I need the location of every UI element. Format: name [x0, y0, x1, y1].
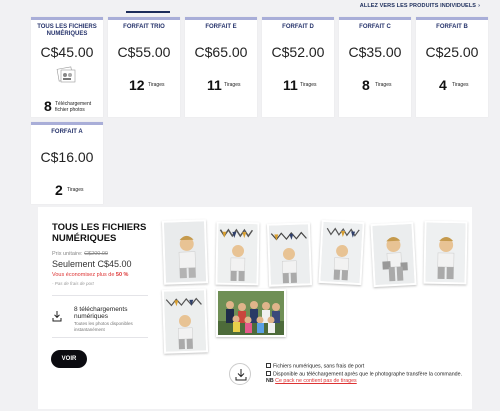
sample-photo [161, 219, 209, 285]
print-unit: Tirages [375, 82, 392, 88]
package-card-a[interactable]: FORFAIT A C$16.00 2 Tirages [31, 122, 103, 204]
package-name: TOUS LES FICHIERS NUMÉRIQUES [37, 24, 97, 37]
checkbox-checked-icon [266, 363, 271, 368]
download-unit: Téléchargement fichier photos [55, 101, 92, 113]
photo-image [163, 221, 207, 283]
note-text: Fichiers numériques, sans frais de port [273, 363, 365, 370]
unit-price-old: C$200.00 [84, 251, 108, 257]
divider [52, 295, 148, 296]
print-unit: Tirages [300, 82, 317, 88]
note-row: Fichiers numériques, sans frais de port [266, 363, 466, 371]
download-icon [52, 311, 62, 322]
child-photo-illustration [372, 224, 415, 285]
package-price: C$52.00 [271, 44, 325, 60]
print-count: 11 [283, 77, 298, 93]
voir-button[interactable]: VOIR [51, 350, 87, 368]
package-price: C$65.00 [194, 44, 248, 60]
unit-price: Prix unitaire: C$200.00 [52, 251, 108, 257]
package-card-all-digital[interactable]: TOUS LES FICHIERS NUMÉRIQUES C$45.00 8 T… [31, 17, 103, 117]
download-circle-button[interactable] [229, 363, 251, 385]
checkbox-checked-icon [266, 370, 271, 376]
sample-photo [318, 219, 365, 286]
child-photo-illustration [163, 221, 207, 283]
package-name: FORFAIT B [436, 24, 468, 30]
photo-image [163, 290, 207, 352]
sample-photo [423, 220, 468, 285]
package-name: FORFAIT TRIO [123, 24, 165, 30]
package-card-b[interactable]: FORFAIT B C$25.00 4 Tirages [416, 17, 488, 117]
unit-price-label: Prix unitaire: [52, 251, 83, 257]
print-count: 11 [207, 77, 222, 93]
sample-photo [266, 222, 313, 287]
nb-label: NB [266, 378, 274, 384]
print-unit: Tirages [148, 82, 165, 88]
child-photo-illustration [217, 223, 258, 284]
package-name: FORFAIT E [205, 24, 237, 30]
package-name: FORFAIT A [51, 129, 83, 135]
print-count: 8 [362, 77, 370, 93]
package-price: C$45.00 [40, 44, 94, 60]
package-name: FORFAIT D [282, 24, 314, 30]
child-photo-illustration [268, 224, 311, 285]
photo-image [320, 222, 363, 283]
note-text: Disponible au téléchargement après que l… [273, 371, 463, 377]
package-card-trio[interactable]: FORFAIT TRIO C$55.00 12 Tirages [108, 17, 180, 117]
photo-image [372, 224, 415, 285]
download-count: 8 [44, 98, 52, 114]
divider [52, 337, 148, 338]
photo-files-icon [56, 66, 76, 83]
individual-products-link-label[interactable]: ALLEZ VERS LES PRODUITS INDIVIDUELS [360, 3, 476, 9]
new-price: Seulement C$45.00 [52, 259, 132, 269]
package-notes: Fichiers numériques, sans frais de port … [266, 363, 466, 385]
sample-photo [370, 221, 417, 288]
top-bar: ALLEZ VERS LES PRODUITS INDIVIDUELS › [0, 0, 500, 14]
detail-title: TOUS LES FICHIERS NUMÉRIQUES [52, 222, 147, 244]
savings-text: Vous économisez plus de 50 % [52, 272, 128, 278]
photo-image [217, 223, 258, 284]
sample-photo-family [216, 289, 286, 337]
child-photo-illustration [320, 222, 363, 283]
download-icon [235, 369, 247, 381]
photo-image [268, 224, 311, 285]
family-photo-illustration [218, 291, 284, 335]
package-name: FORFAIT C [359, 24, 391, 30]
package-price: C$55.00 [117, 44, 171, 60]
shipping-note: - Pas de frais de port [52, 281, 94, 286]
package-price: C$35.00 [348, 44, 402, 60]
print-count: 4 [439, 77, 447, 93]
print-count: 2 [55, 182, 63, 198]
print-unit: Tirages [67, 187, 84, 193]
nb-warning-link[interactable]: Ce pack ne contient pas de tirages [275, 378, 357, 384]
child-photo-illustration [163, 290, 207, 352]
nb-row: NB Ce pack ne contient pas de tirages [266, 378, 466, 385]
package-card-e[interactable]: FORFAIT E C$65.00 11 Tirages [185, 17, 257, 117]
sample-photo [161, 288, 209, 354]
download-subtitle: Toutes les photos disponibles instantané… [74, 321, 133, 332]
individual-products-link[interactable]: ALLEZ VERS LES PRODUITS INDIVIDUELS › [360, 3, 480, 9]
note-row: Disponible au téléchargement après que l… [266, 370, 466, 379]
package-price: C$16.00 [40, 149, 94, 165]
package-detail-panel: TOUS LES FICHIERS NUMÉRIQUES Prix unitai… [38, 207, 472, 409]
chevron-right-icon: › [478, 3, 480, 9]
package-card-c[interactable]: FORFAIT C C$35.00 8 Tirages [339, 17, 411, 117]
active-tab-indicator [126, 11, 170, 13]
download-title: 8 téléchargements numériques [74, 306, 128, 320]
package-price: C$25.00 [425, 44, 479, 60]
savings-prefix: Vous économisez plus de [52, 272, 115, 278]
print-count: 12 [129, 77, 145, 93]
photo-image [425, 222, 466, 283]
package-card-d[interactable]: FORFAIT D C$52.00 11 Tirages [262, 17, 334, 117]
savings-percent: 50 % [115, 272, 129, 278]
sample-photo [215, 221, 260, 286]
print-unit: Tirages [224, 82, 241, 88]
print-unit: Tirages [452, 82, 469, 88]
photo-image [218, 291, 284, 335]
child-photo-illustration [425, 222, 466, 283]
